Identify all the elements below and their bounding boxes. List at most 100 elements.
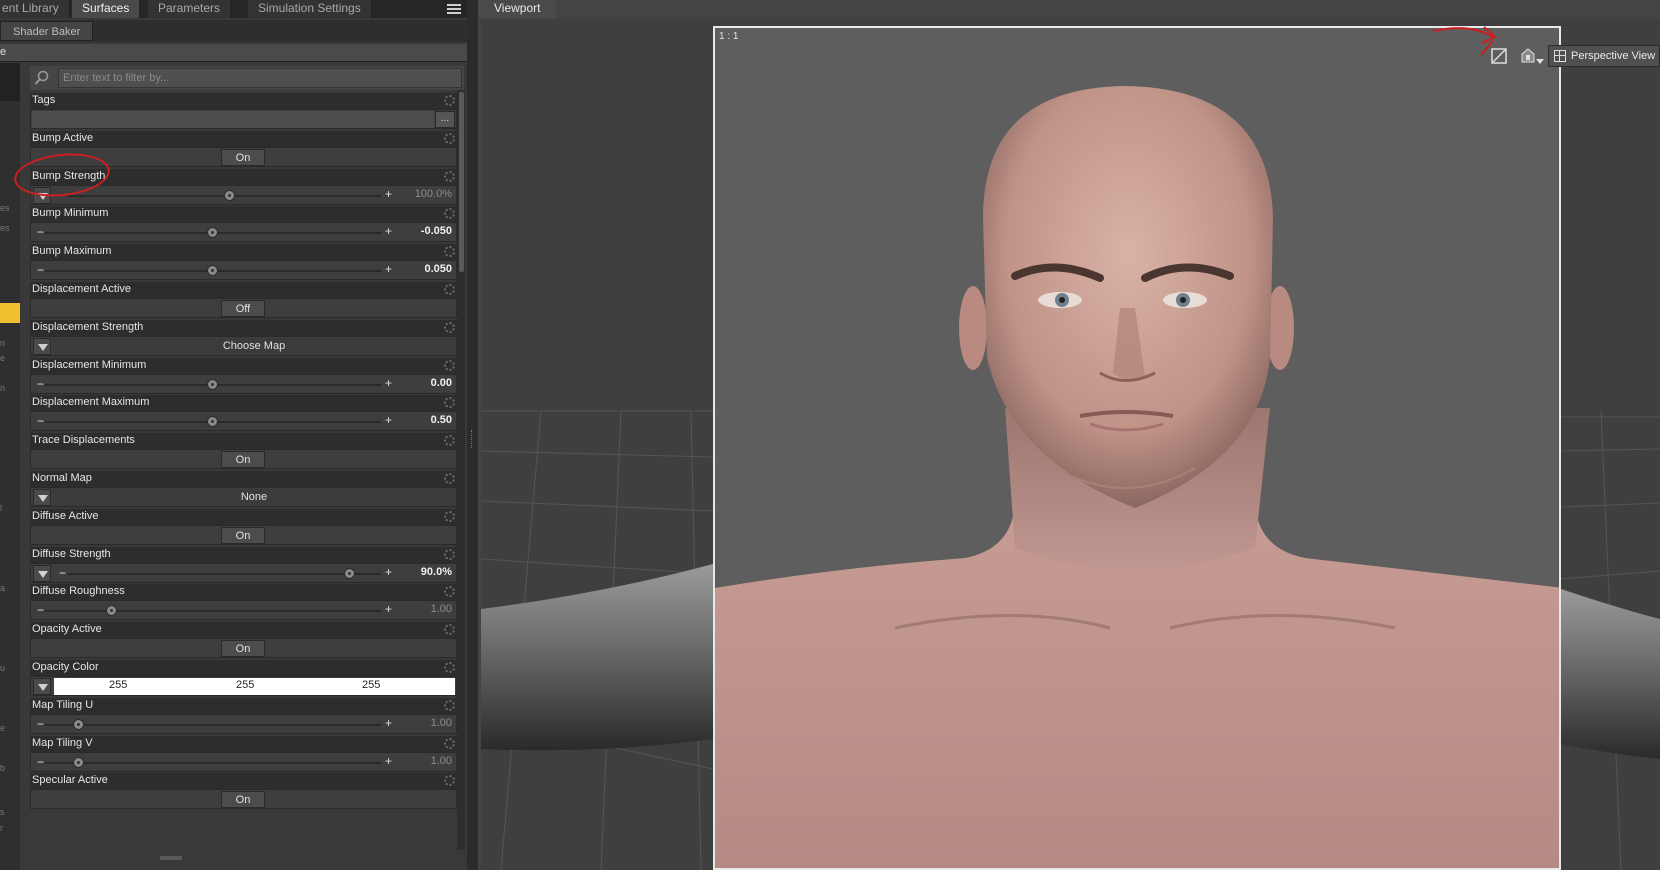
- slider-decrement-button[interactable]: −: [37, 263, 44, 277]
- gear-icon[interactable]: [444, 208, 455, 219]
- gear-icon[interactable]: [444, 133, 455, 144]
- gear-icon[interactable]: [444, 95, 455, 106]
- gear-icon[interactable]: [444, 360, 455, 371]
- tab-ent-library[interactable]: ent Library: [0, 0, 70, 18]
- slider-decrement-button[interactable]: −: [37, 377, 44, 391]
- toggle-button[interactable]: On: [221, 791, 265, 808]
- gear-icon[interactable]: [444, 397, 455, 408]
- slider-increment-button[interactable]: +: [385, 376, 392, 390]
- gear-icon[interactable]: [444, 171, 455, 182]
- splitter-grip-icon[interactable]: [471, 430, 474, 448]
- toggle-button[interactable]: Off: [221, 300, 265, 317]
- chevron-down-icon[interactable]: [1536, 59, 1544, 64]
- gear-icon[interactable]: [444, 284, 455, 295]
- slider-value[interactable]: 90.0%: [421, 566, 452, 578]
- gear-icon[interactable]: [444, 775, 455, 786]
- toggle-button[interactable]: On: [221, 640, 265, 657]
- slider-increment-button[interactable]: +: [385, 565, 392, 579]
- camera-select-button[interactable]: Perspective View: [1548, 45, 1660, 67]
- gear-icon[interactable]: [444, 586, 455, 597]
- tree-item-selected[interactable]: [0, 303, 20, 323]
- slider-value[interactable]: 0.00: [431, 377, 452, 389]
- gear-icon[interactable]: [444, 322, 455, 333]
- slider-value[interactable]: 1.00: [431, 603, 452, 615]
- toggle-button[interactable]: On: [221, 149, 265, 166]
- slider-increment-button[interactable]: +: [385, 754, 392, 768]
- tree-item[interactable]: [0, 81, 20, 101]
- slider-handle[interactable]: [207, 379, 218, 390]
- search-icon[interactable]: [34, 70, 50, 86]
- tab-simulation-settings[interactable]: Simulation Settings: [248, 0, 372, 18]
- slider-handle[interactable]: [207, 416, 218, 427]
- slider-decrement-button[interactable]: −: [37, 414, 44, 428]
- property-label-text: Normal Map: [32, 472, 92, 484]
- color-channel-value[interactable]: 255: [362, 679, 380, 691]
- expand-arrow-icon[interactable]: [33, 678, 51, 695]
- property-label-text: Displacement Minimum: [32, 359, 147, 371]
- tab-shader-baker[interactable]: Shader Baker: [0, 21, 94, 41]
- gear-icon[interactable]: [444, 435, 455, 446]
- expand-arrow-icon[interactable]: [33, 489, 51, 506]
- viewport-3d[interactable]: 1 : 1 Perspective View: [481, 19, 1660, 870]
- slider-track[interactable]: [45, 724, 381, 726]
- slider-handle[interactable]: [207, 227, 218, 238]
- slider-increment-button[interactable]: +: [385, 716, 392, 730]
- gear-icon[interactable]: [444, 738, 455, 749]
- slider-handle[interactable]: [106, 605, 118, 616]
- slider-value[interactable]: 0.50: [431, 414, 452, 426]
- tab-viewport[interactable]: Viewport: [478, 0, 557, 18]
- property-control: − +1.00: [30, 752, 457, 772]
- slider-handle[interactable]: [207, 265, 218, 276]
- slider-decrement-button[interactable]: −: [37, 717, 44, 731]
- slider-track[interactable]: [67, 573, 381, 575]
- slider-value[interactable]: 1.00: [431, 755, 452, 767]
- slider-increment-button[interactable]: +: [385, 262, 392, 276]
- map-select-button[interactable]: Choose Map: [53, 338, 455, 355]
- panel-menu-icon[interactable]: [447, 2, 461, 15]
- slider-value[interactable]: 0.050: [424, 263, 452, 275]
- slider-value[interactable]: -0.050: [421, 225, 452, 237]
- frame-toggle-icon[interactable]: [1490, 47, 1508, 65]
- slider-handle[interactable]: [72, 757, 84, 768]
- slider-handle[interactable]: [224, 190, 236, 201]
- slider-decrement-button[interactable]: −: [37, 603, 44, 617]
- gear-icon[interactable]: [444, 662, 455, 673]
- slider-handle[interactable]: [343, 568, 355, 579]
- tab-parameters[interactable]: Parameters: [148, 0, 232, 18]
- camera-icon[interactable]: [1518, 46, 1538, 66]
- slider-decrement-button[interactable]: −: [59, 566, 66, 580]
- tab-surfaces[interactable]: Surfaces: [72, 0, 141, 18]
- gear-icon[interactable]: [444, 473, 455, 484]
- slider-increment-button[interactable]: +: [385, 224, 392, 238]
- slider-decrement-button[interactable]: −: [37, 755, 44, 769]
- color-channel-value[interactable]: 255: [109, 679, 127, 691]
- slider-handle[interactable]: [72, 719, 84, 730]
- color-field[interactable]: 255 255 255: [54, 678, 455, 695]
- gear-icon[interactable]: [444, 549, 455, 560]
- gear-icon[interactable]: [444, 700, 455, 711]
- scrollbar-thumb[interactable]: [459, 92, 464, 272]
- tags-input[interactable]: [32, 111, 434, 128]
- slider-track[interactable]: [45, 610, 381, 612]
- gear-icon[interactable]: [444, 246, 455, 257]
- slider-increment-button[interactable]: +: [385, 413, 392, 427]
- slider-value[interactable]: 100.0%: [415, 188, 452, 200]
- slider-value[interactable]: 1.00: [431, 717, 452, 729]
- resize-grip[interactable]: [160, 856, 182, 860]
- slider-increment-button[interactable]: +: [385, 187, 392, 201]
- tree-item[interactable]: [0, 63, 20, 83]
- gear-icon[interactable]: [444, 624, 455, 635]
- map-select-button[interactable]: None: [53, 489, 455, 506]
- gear-icon[interactable]: [444, 511, 455, 522]
- slider-decrement-button[interactable]: −: [37, 225, 44, 239]
- slider-track[interactable]: [45, 762, 381, 764]
- slider-increment-button[interactable]: +: [385, 602, 392, 616]
- tree-item-label: l: [0, 503, 2, 513]
- expand-arrow-icon[interactable]: [33, 565, 51, 582]
- color-channel-value[interactable]: 255: [236, 679, 254, 691]
- tags-browse-button[interactable]: ...: [435, 111, 455, 128]
- toggle-button[interactable]: On: [221, 451, 265, 468]
- filter-input[interactable]: [58, 68, 462, 88]
- toggle-button[interactable]: On: [221, 527, 265, 544]
- expand-arrow-icon[interactable]: [33, 338, 51, 355]
